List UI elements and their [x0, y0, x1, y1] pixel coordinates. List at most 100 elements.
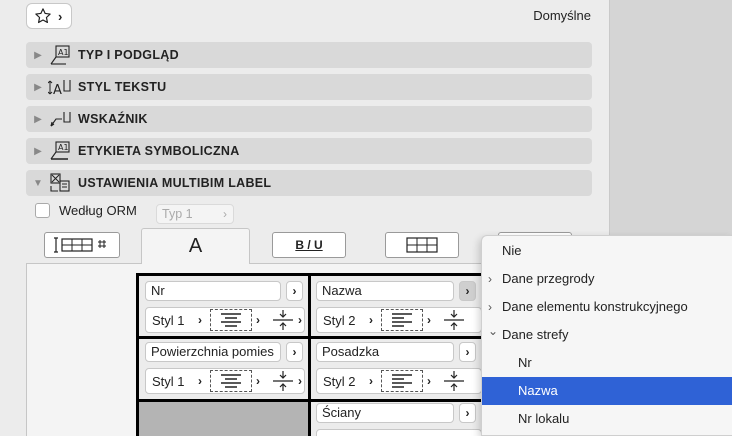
field-chooser-button[interactable]: › — [459, 342, 476, 362]
disclosure-triangle-icon[interactable]: ▶ — [30, 50, 46, 61]
section-title: ETYKIETA SYMBOLICZNA — [78, 144, 240, 158]
grid-cell: Nazwa › Styl 2 › › — [311, 276, 483, 336]
chevron-right-icon: › — [223, 207, 227, 221]
chevron-right-icon[interactable]: › — [298, 374, 302, 388]
chevron-right-icon[interactable]: › — [427, 374, 431, 388]
halign-control[interactable] — [381, 309, 423, 331]
menu-item-label: Nr lokalu — [518, 411, 570, 426]
grid-cell: Powierzchnia pomies › Styl 1 › › › — [139, 339, 308, 399]
svg-text:A1: A1 — [58, 48, 69, 57]
disclosure-triangle-open-icon[interactable]: ▼ — [30, 178, 46, 189]
field-input[interactable]: Nazwa — [316, 281, 454, 301]
tab-text[interactable]: A — [141, 228, 250, 264]
menu-item-label: Nazwa — [518, 383, 558, 398]
type-select[interactable]: Typ 1 › — [156, 204, 234, 224]
text-tab-glyph: A — [188, 235, 203, 257]
style-label[interactable]: Styl 1 — [152, 374, 185, 389]
field-source-menu: Nie › Dane przegrody › Dane elementu kon… — [481, 235, 732, 436]
table-columns-icon — [54, 237, 106, 253]
grid-cell-empty — [139, 402, 308, 436]
align-left-icon — [392, 374, 412, 388]
chevron-down-icon: ⌄ — [488, 324, 499, 338]
halign-control[interactable] — [210, 309, 252, 331]
menu-item-nazwa[interactable]: Nazwa — [482, 377, 732, 405]
chevron-right-icon: › — [58, 8, 63, 24]
style-label[interactable]: Styl 2 — [323, 313, 356, 328]
disclosure-triangle-icon[interactable]: ▶ — [30, 82, 46, 93]
chevron-right-icon[interactable]: › — [369, 374, 373, 388]
cell-controls — [316, 429, 482, 436]
disclosure-triangle-icon[interactable]: ▶ — [30, 146, 46, 157]
halign-control[interactable] — [210, 370, 252, 392]
cell-controls: Styl 2 › › — [316, 307, 482, 333]
text-style-icon: A — [46, 76, 74, 98]
menu-item-dane-elementu-konstrukcyjnego[interactable]: › Dane elementu konstrukcyjnego — [482, 293, 732, 321]
grid-layout-button[interactable] — [385, 232, 459, 258]
section-pointer[interactable]: ▶ WSKAŹNIK — [26, 106, 592, 132]
menu-item-label: Dane strefy — [502, 327, 569, 342]
pointer-icon — [46, 108, 74, 130]
menu-item-nr-lokalu[interactable]: Nr lokalu — [482, 405, 732, 433]
menu-item-label: Dane przegrody — [502, 271, 595, 286]
chevron-right-icon[interactable]: › — [256, 374, 260, 388]
orm-checkbox[interactable] — [35, 203, 50, 218]
valign-center-icon[interactable] — [268, 370, 298, 397]
section-type-preview[interactable]: ▶ A1 TYP I PODGLĄD — [26, 42, 592, 68]
type-select-value: Typ 1 — [162, 207, 193, 221]
chevron-right-icon[interactable]: › — [369, 313, 373, 327]
style-label[interactable]: Styl 2 — [323, 374, 356, 389]
cell-controls: Styl 1 › › › — [145, 368, 305, 394]
star-icon — [35, 8, 51, 24]
field-input[interactable]: Posadzka — [316, 342, 454, 362]
orm-checkbox-label: Według ORM — [59, 203, 137, 218]
grid-cell: Nr › Styl 1 › › › — [139, 276, 308, 336]
cell-controls: Styl 2 › › — [316, 368, 482, 394]
valign-center-icon[interactable] — [439, 370, 469, 397]
favorites-button[interactable]: › — [26, 3, 72, 29]
svg-text:A1: A1 — [58, 143, 69, 152]
field-input[interactable]: Ściany — [316, 403, 454, 423]
section-symbol-label[interactable]: ▶ A1 ETYKIETA SYMBOLICZNA — [26, 138, 592, 164]
default-favorite-label: Domyślne — [533, 8, 591, 23]
field-chooser-button[interactable]: › — [286, 342, 303, 362]
svg-text:A: A — [53, 83, 62, 97]
grid-cell: Posadzka › Styl 2 › › — [311, 339, 483, 399]
halign-control[interactable] — [381, 370, 423, 392]
symbol-label-icon: A1 — [46, 140, 74, 162]
menu-item-nr[interactable]: Nr — [482, 349, 732, 377]
multibim-label-icon — [46, 172, 74, 194]
text-format-button[interactable]: B / U — [272, 232, 346, 258]
chevron-right-icon[interactable]: › — [256, 313, 260, 327]
label-grid: Nr › Styl 1 › › › Nazwa › Styl 2 › › Pow… — [136, 273, 486, 436]
menu-item-dane-przegrody[interactable]: › Dane przegrody — [482, 265, 732, 293]
menu-item-dane-strefy[interactable]: ⌄ Dane strefy — [482, 321, 732, 349]
valign-center-icon[interactable] — [439, 309, 469, 336]
menu-item-label: Nie — [502, 243, 522, 258]
section-title: USTAWIENIA MULTIBIM LABEL — [78, 176, 272, 190]
section-title: STYL TEKSTU — [78, 80, 167, 94]
chevron-right-icon[interactable]: › — [198, 374, 202, 388]
align-left-icon — [392, 313, 412, 327]
grid-icon — [406, 237, 438, 253]
field-input[interactable]: Powierzchnia pomies — [145, 342, 281, 362]
disclosure-triangle-icon[interactable]: ▶ — [30, 114, 46, 125]
field-chooser-button[interactable]: › — [286, 281, 303, 301]
bold-underline-icon: B / U — [295, 238, 323, 252]
table-layout-button[interactable] — [44, 232, 120, 258]
menu-item-label: Dane elementu konstrukcyjnego — [502, 299, 688, 314]
type-preview-icon: A1 — [46, 44, 74, 66]
field-chooser-button[interactable]: › — [459, 281, 476, 301]
field-input[interactable]: Nr — [145, 281, 281, 301]
valign-center-icon[interactable] — [268, 309, 298, 336]
chevron-right-icon[interactable]: › — [298, 313, 302, 327]
chevron-right-icon[interactable]: › — [427, 313, 431, 327]
section-text-style[interactable]: ▶ A STYL TEKSTU — [26, 74, 592, 100]
section-multibim-label[interactable]: ▼ USTAWIENIA MULTIBIM LABEL — [26, 170, 592, 196]
style-label[interactable]: Styl 1 — [152, 313, 185, 328]
chevron-right-icon[interactable]: › — [198, 313, 202, 327]
field-chooser-button[interactable]: › — [459, 403, 476, 423]
menu-item-nie[interactable]: Nie — [482, 237, 732, 265]
grid-cell: Ściany › — [311, 402, 483, 436]
section-title: WSKAŹNIK — [78, 112, 148, 126]
section-title: TYP I PODGLĄD — [78, 48, 179, 62]
